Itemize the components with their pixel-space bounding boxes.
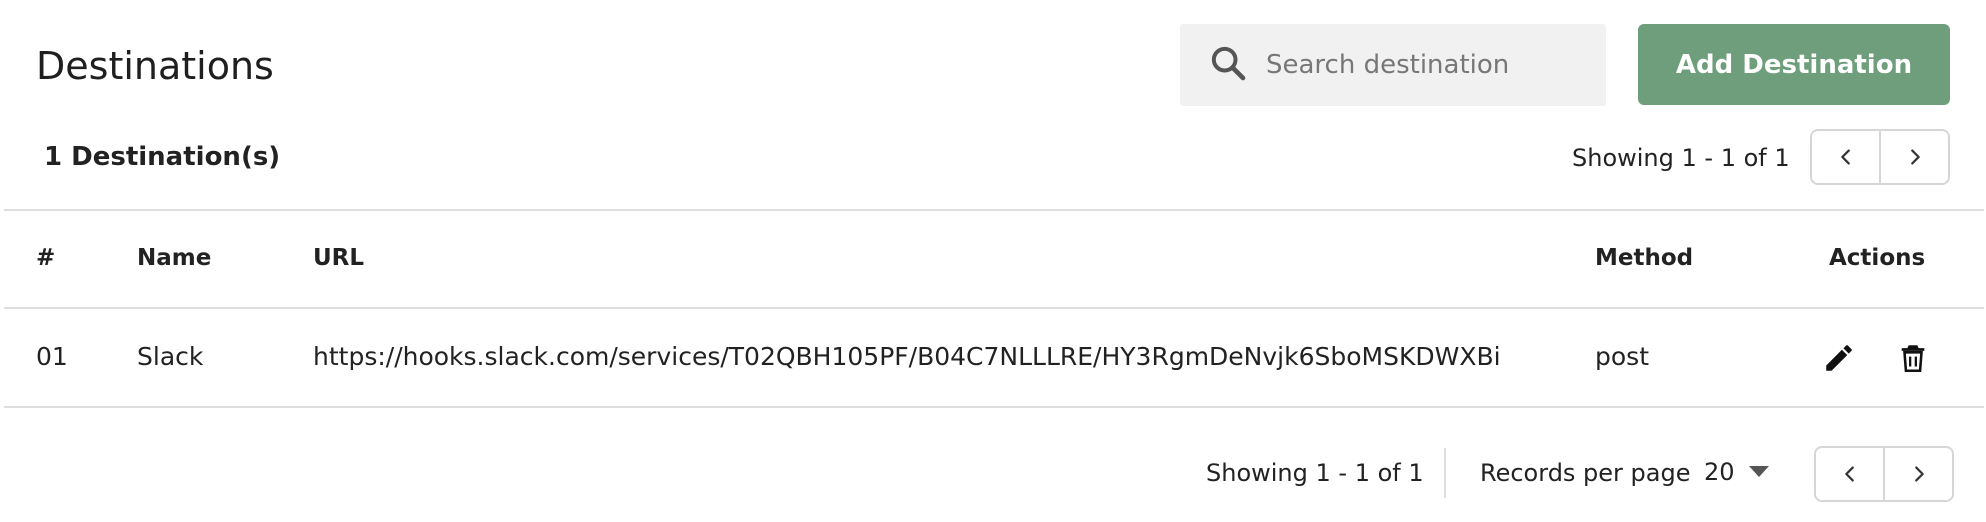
row-index: 01 [36, 342, 68, 371]
search-input[interactable] [1266, 50, 1586, 80]
column-header-index: # [36, 245, 56, 271]
prev-page-button-top[interactable] [1812, 131, 1879, 183]
chevron-right-icon [1914, 466, 1924, 482]
column-header-url: URL [313, 245, 365, 271]
add-destination-button[interactable]: Add Destination [1638, 24, 1950, 105]
records-per-page-select[interactable]: 20 [1704, 452, 1774, 492]
row-name: Slack [137, 342, 204, 371]
column-header-name: Name [137, 245, 212, 271]
chevron-right-icon [1910, 149, 1920, 165]
chevron-left-icon [1840, 149, 1850, 165]
next-page-button-bottom[interactable] [1883, 448, 1952, 500]
prev-page-button-bottom[interactable] [1816, 448, 1883, 500]
row-method: post [1595, 342, 1649, 371]
search-box[interactable] [1180, 24, 1606, 106]
row-url: https://hooks.slack.com/services/T02QBH1… [313, 342, 1501, 371]
column-header-actions: Actions [1829, 245, 1926, 271]
pagination-bottom [1814, 446, 1954, 502]
delete-button[interactable] [1893, 338, 1933, 378]
pagination-top [1810, 129, 1950, 185]
column-header-method: Method [1595, 245, 1694, 271]
destination-count: 1 Destination(s) [44, 142, 281, 172]
divider [4, 406, 1984, 408]
chevron-left-icon [1844, 466, 1854, 482]
destinations-page: Destinations Add Destination 1 Destinati… [0, 0, 1986, 522]
records-per-page-label: Records per page [1480, 459, 1691, 487]
divider [4, 209, 1984, 211]
edit-button[interactable] [1819, 338, 1859, 378]
records-per-page-value: 20 [1704, 458, 1735, 486]
page-title: Destinations [36, 44, 274, 88]
search-icon [1208, 43, 1248, 87]
next-page-button-top[interactable] [1879, 131, 1948, 183]
divider [1444, 448, 1446, 498]
pagination-summary-bottom: Showing 1 - 1 of 1 [1206, 459, 1424, 487]
trash-icon [1901, 345, 1925, 373]
pagination-summary-top: Showing 1 - 1 of 1 [1572, 144, 1790, 172]
divider [4, 307, 1984, 309]
pencil-icon [1826, 345, 1852, 371]
caret-down-icon [1748, 466, 1769, 477]
